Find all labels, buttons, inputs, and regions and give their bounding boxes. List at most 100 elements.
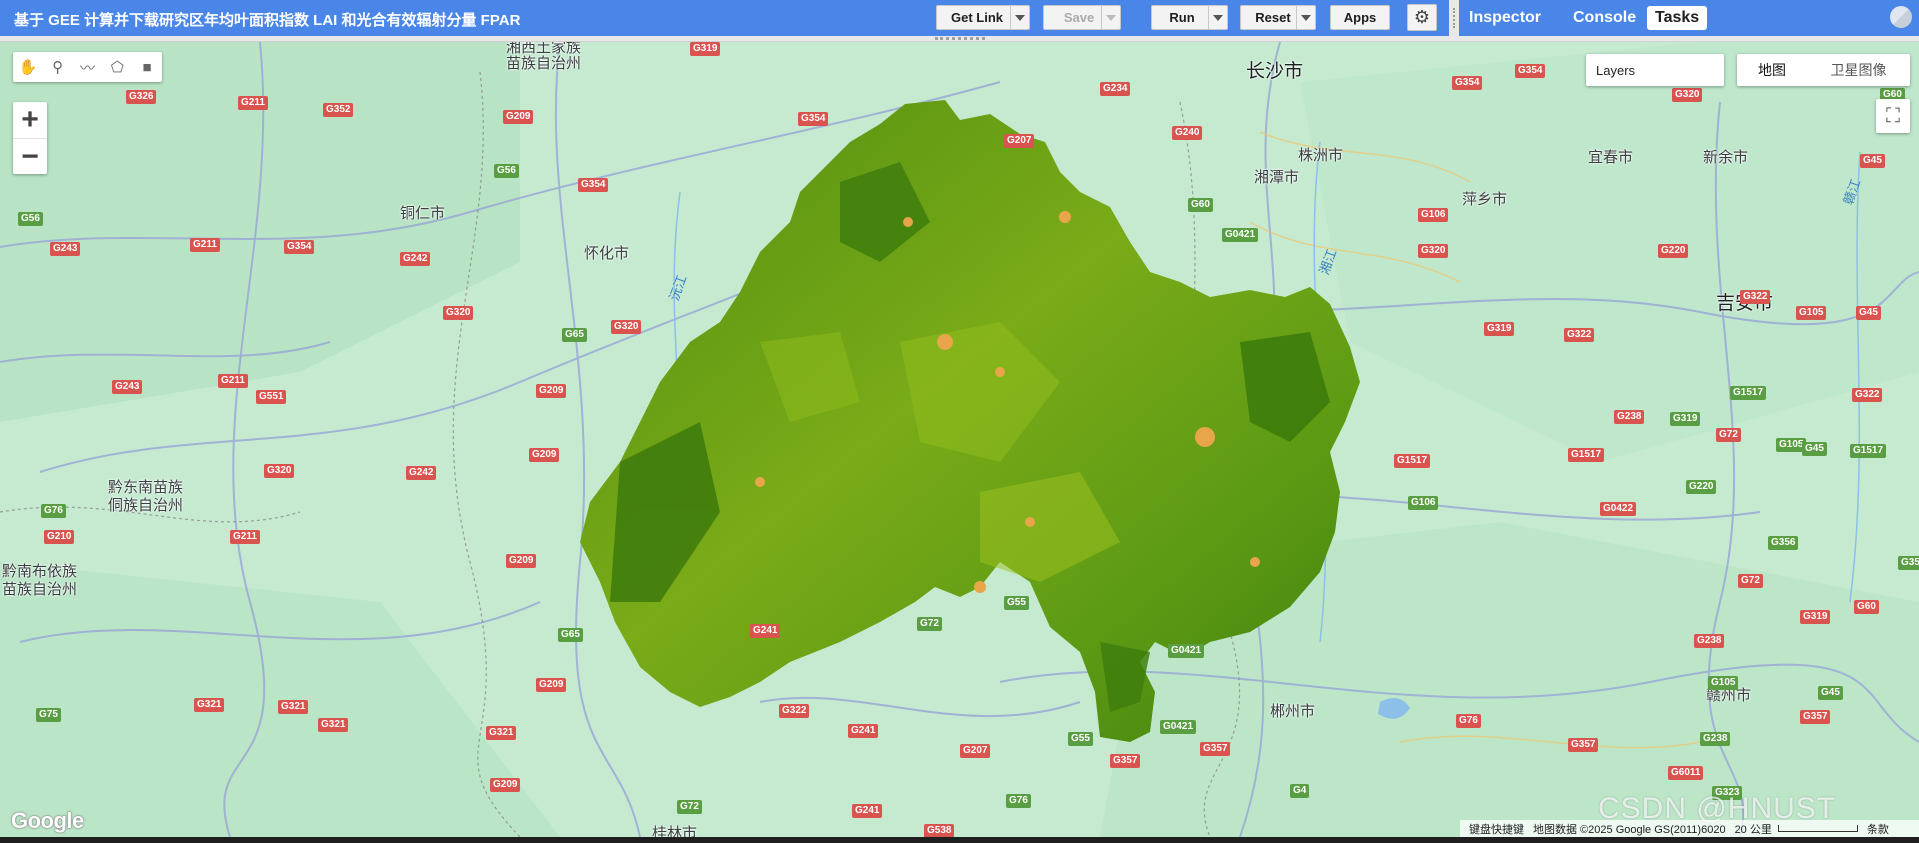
highway-shield: G210 <box>44 530 75 544</box>
highway-shield: G56 <box>494 164 519 178</box>
city-label: 侗族自治州 <box>108 497 184 514</box>
highway-shield: G322 <box>1564 328 1595 342</box>
highway-shield: G1517 <box>1394 454 1431 468</box>
highway-shield: G354 <box>284 240 315 254</box>
keyboard-shortcuts-link[interactable]: 键盘快捷键 <box>1469 821 1524 837</box>
run-button[interactable]: Run <box>1151 5 1213 30</box>
fullscreen-button[interactable]: ⛶ <box>1876 99 1910 133</box>
highway-shield: G0421 <box>1168 644 1205 658</box>
highway-shield: G357 <box>1568 738 1599 752</box>
highway-shield: G241 <box>848 724 879 738</box>
highway-shield: G105 <box>1708 676 1739 690</box>
highway-shield: G211 <box>190 238 220 252</box>
city-label: 怀化市 <box>584 245 630 262</box>
highway-shield: G60 <box>1188 198 1213 212</box>
highway-shield: G242 <box>400 252 431 266</box>
python-icon[interactable] <box>1890 6 1912 28</box>
highway-shield: G356 <box>1898 556 1919 570</box>
highway-shield: G55 <box>1068 732 1093 746</box>
city-label: 郴州市 <box>1270 703 1316 720</box>
highway-shield: G243 <box>50 242 81 256</box>
drag-handle-icon <box>1453 8 1455 28</box>
scale-label[interactable]: 20 公里 <box>1735 821 1772 837</box>
highway-shield: G65 <box>558 628 583 642</box>
highway-shield: G321 <box>278 700 309 714</box>
highway-shield: G1517 <box>1850 444 1887 458</box>
reset-dropdown[interactable] <box>1296 5 1316 30</box>
highway-shield: G320 <box>611 320 642 334</box>
polygon-icon[interactable]: ⬠ <box>102 52 132 82</box>
apps-button[interactable]: Apps <box>1330 5 1390 30</box>
highway-shield: G321 <box>486 726 517 740</box>
highway-shield: G0421 <box>1222 228 1259 242</box>
highway-shield: G55 <box>1004 596 1029 610</box>
layers-button[interactable]: Layers <box>1586 54 1724 86</box>
map-view[interactable]: 长沙市 株洲市 湘潭市 宜春市 新余市 萍乡市 吉安市 郴州市 赣州市 铜仁市 … <box>0 42 1919 837</box>
highway-shield: G326 <box>126 90 157 104</box>
gear-icon: ⚙ <box>1413 7 1431 27</box>
highway-shield: G207 <box>1004 134 1035 148</box>
highway-shield: G76 <box>1006 794 1031 808</box>
rectangle-icon[interactable]: ■ <box>132 52 162 82</box>
highway-shield: G319 <box>1800 610 1831 624</box>
line-icon[interactable]: 〰 <box>73 52 103 82</box>
city-label: 湘潭市 <box>1254 169 1300 186</box>
highway-shield: G243 <box>112 380 143 394</box>
script-title[interactable]: 基于 GEE 计算并下载研究区年均叶面积指数 LAI 和光合有效辐射分量 FPA… <box>14 9 520 30</box>
highway-shield: G320 <box>443 306 474 320</box>
save-dropdown[interactable] <box>1101 5 1121 30</box>
highway-shield: G320 <box>1672 88 1703 102</box>
scale-bar <box>1777 825 1858 832</box>
city-label: 萍乡市 <box>1462 191 1508 208</box>
highway-shield: G238 <box>1700 732 1731 746</box>
map-type-satellite[interactable]: 卫星图像 <box>1807 54 1910 86</box>
city-label: 苗族自治州 <box>506 55 582 72</box>
tab-tasks[interactable]: Tasks <box>1647 6 1708 30</box>
bottom-edge <box>0 837 1919 843</box>
highway-shield: G321 <box>194 698 225 712</box>
fullscreen-icon: ⛶ <box>1886 104 1900 127</box>
highway-shield: G352 <box>323 103 354 117</box>
highway-shield: G322 <box>779 704 810 718</box>
hand-icon[interactable]: ✋ <box>13 52 43 82</box>
google-logo: Google <box>11 808 84 833</box>
panel-resize-handle[interactable] <box>1449 0 1459 36</box>
highway-shield: G319 <box>1670 412 1701 426</box>
highway-shield: G76 <box>41 504 66 518</box>
highway-shield: G209 <box>536 384 567 398</box>
run-dropdown[interactable] <box>1208 5 1228 30</box>
city-label: 长沙市 <box>1246 61 1304 82</box>
highway-shield: G209 <box>529 448 560 462</box>
highway-shield: G1517 <box>1568 448 1605 462</box>
tab-console[interactable]: Console <box>1565 6 1644 30</box>
highway-shield: G234 <box>1100 82 1131 96</box>
city-label: 新余市 <box>1703 149 1749 166</box>
terms-link[interactable]: 条款 <box>1867 821 1889 837</box>
chevron-down-icon <box>1301 14 1311 21</box>
right-panel-tabs: Inspector Console Tasks <box>1459 0 1919 36</box>
highway-shield: G209 <box>506 554 537 568</box>
highway-shield: G238 <box>1694 634 1725 648</box>
get-link-dropdown[interactable] <box>1010 5 1030 30</box>
get-link-button[interactable]: Get Link <box>936 5 1018 30</box>
settings-button[interactable]: ⚙ <box>1407 4 1437 31</box>
zoom-out-button[interactable]: − <box>13 138 47 174</box>
highway-shield: G45 <box>1802 442 1827 456</box>
marker-icon[interactable]: ⚲ <box>43 52 73 82</box>
city-label: 宜春市 <box>1588 149 1634 166</box>
highway-shield: G320 <box>1418 244 1449 258</box>
highway-shield: G65 <box>562 328 587 342</box>
highway-shield: G72 <box>1738 574 1763 588</box>
highway-shield: G357 <box>1800 710 1831 724</box>
zoom-in-button[interactable]: + <box>13 102 47 138</box>
drag-handle-icon <box>935 37 985 40</box>
highway-shield: G75 <box>36 708 61 722</box>
city-label: 桂林市 <box>652 825 698 837</box>
city-label: 株洲市 <box>1298 147 1344 164</box>
tab-inspector[interactable]: Inspector <box>1461 6 1549 30</box>
chevron-down-icon <box>1213 14 1223 21</box>
highway-shield: G60 <box>1854 600 1879 614</box>
highway-shield: G6011 <box>1668 766 1704 780</box>
highway-shield: G241 <box>852 804 883 818</box>
map-type-map[interactable]: 地图 <box>1737 54 1807 86</box>
